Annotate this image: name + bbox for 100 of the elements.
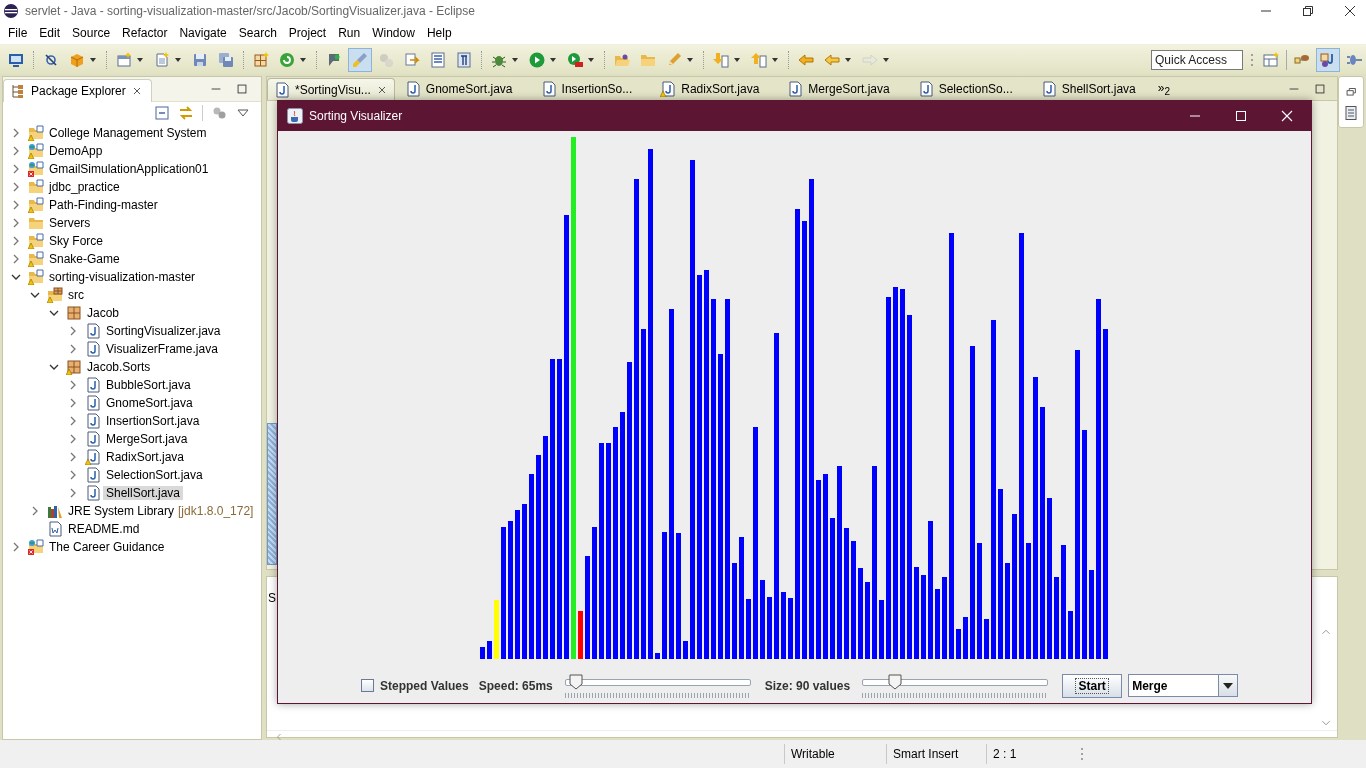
chevron-right-icon[interactable] [11,182,21,192]
algorithm-dropdown[interactable]: Merge [1128,674,1239,697]
chevron-right-icon[interactable] [68,344,78,354]
chevron-right-icon[interactable] [11,164,21,174]
save-icon [192,51,208,68]
chevron-right-icon[interactable] [68,452,78,462]
tree-item[interactable]: BubbleSort.java [103,378,194,392]
chevron-right-icon[interactable] [68,398,78,408]
chevron-right-icon[interactable] [30,506,40,516]
cube-icon [69,51,85,68]
speed-slider[interactable] [564,673,751,698]
chevron-right-icon[interactable] [11,200,21,210]
tree-item[interactable]: Jacob.Sorts [84,360,154,374]
tree-item[interactable]: GnomeSort.java [103,396,196,410]
grid-icon [253,51,269,68]
slider-thumb[interactable] [888,673,903,690]
editor-tab[interactable]: SelectionSo... [911,78,1035,100]
close-icon[interactable] [1342,3,1358,19]
chevron-down-icon[interactable] [49,362,59,372]
chevron-right-icon[interactable] [68,470,78,480]
restore-icon[interactable] [1344,85,1358,99]
editor-tab[interactable]: RadixSort.java [654,78,782,100]
tree-item[interactable]: src [65,288,87,302]
tree-item[interactable]: Path-Finding-master [46,198,161,212]
chevron-right-icon[interactable] [11,128,21,138]
tree-item[interactable]: GmailSimulationApplication01 [46,162,212,176]
slider-thumb[interactable] [568,673,583,690]
library-version: [jdk1.8.0_172] [178,504,254,518]
chevron-down-icon[interactable] [30,290,40,300]
editor-tab[interactable]: GnomeSort.java [398,78,535,100]
tree-item[interactable]: DemoApp [46,144,106,158]
checkbox[interactable] [361,679,374,692]
menu-item[interactable]: Source [66,26,117,40]
document-icon[interactable] [1343,105,1359,121]
start-button[interactable]: Start [1062,673,1123,698]
tree-item[interactable]: README.md [65,522,143,536]
editor-tab[interactable]: MergeSort.java [781,78,912,100]
tree-item[interactable]: SelectionSort.java [103,468,206,482]
tree-item[interactable]: jdbc_practice [46,180,123,194]
link-arrows-icon[interactable] [178,105,194,121]
window-title: servlet - Java - sorting-visualization-master/src/Jacob/SortingVisualizer.java - Eclipse [25,4,476,18]
tree-item[interactable]: ShellSort.java [103,486,184,500]
menu-item[interactable]: File [2,26,34,40]
tree-item[interactable]: VisualizerFrame.java [103,342,221,356]
menu-item[interactable]: Help [420,26,458,40]
restore-icon[interactable] [1300,3,1316,19]
tree-item[interactable]: sorting-visualization-master [46,270,199,284]
crossed-pin-icon [43,51,59,68]
menu-item[interactable]: Edit [33,26,67,40]
chevron-right-icon[interactable] [11,218,21,228]
refresh-icon [279,51,295,68]
tree-item[interactable]: RadixSort.java [103,450,188,464]
menu-item[interactable]: Navigate [173,26,233,40]
quick-access-field[interactable]: Quick Access [1151,49,1243,70]
editor-tab[interactable]: *SortingVisu... [267,78,395,100]
view-tab[interactable]: S [268,591,276,605]
caret-icon [686,55,694,64]
tree-item[interactable]: College Management System [46,126,210,140]
chevron-right-icon[interactable] [11,542,21,552]
window-title: Sorting Visualizer [309,109,404,123]
tree-item[interactable]: The Career Guidance [46,540,168,554]
menu-item[interactable]: Search [232,26,283,40]
grip-icon [1249,51,1255,68]
collapse-all-icon[interactable] [154,105,170,121]
up-arrow-icon [751,51,767,68]
toolbar-button[interactable] [1316,47,1340,72]
more-tabs-button[interactable]: »$_{2}$ [1157,80,1171,97]
caret-icon [299,55,307,64]
chevron-right-icon[interactable] [68,488,78,498]
view-tab[interactable]: Package Explorer [3,78,152,102]
maximize-icon[interactable] [1233,108,1249,124]
menu-item[interactable]: Run [332,26,367,40]
menu-item[interactable]: Refactor [116,26,174,40]
tree-item[interactable]: SortingVisualizer.java [103,324,224,338]
menu-item[interactable]: Window [366,26,421,40]
chevron-right-icon[interactable] [68,380,78,390]
tree-item[interactable]: Servers [46,216,94,230]
chevron-right-icon[interactable] [68,434,78,444]
caret-icon [882,55,890,64]
chevron-down-icon[interactable] [49,308,59,318]
chevron-down-icon[interactable] [11,272,21,282]
tree-item[interactable]: Snake-Game [46,252,123,266]
tree-item[interactable]: JRE System Library [65,504,178,518]
close-icon[interactable] [1279,108,1295,124]
chevron-right-icon[interactable] [11,254,21,264]
editor-tab[interactable]: InsertionSo... [534,78,655,100]
checkbox-label: Stepped Values [380,678,469,693]
chevron-right-icon[interactable] [68,416,78,426]
size-slider[interactable] [862,673,1049,698]
chevron-right-icon[interactable] [11,146,21,156]
caret-icon [89,55,97,64]
chevron-right-icon[interactable] [68,326,78,336]
tree-item[interactable]: InsertionSort.java [103,414,203,428]
tree-item[interactable]: MergeSort.java [103,432,191,446]
tree-item[interactable]: Jacob [84,306,123,320]
tree-item[interactable]: Sky Force [46,234,106,248]
editor-tab[interactable]: ShellSort.java [1034,78,1158,100]
menu-item[interactable]: Project [282,26,333,40]
scrollbar-thumb[interactable] [267,423,277,565]
chevron-right-icon[interactable] [11,236,21,246]
